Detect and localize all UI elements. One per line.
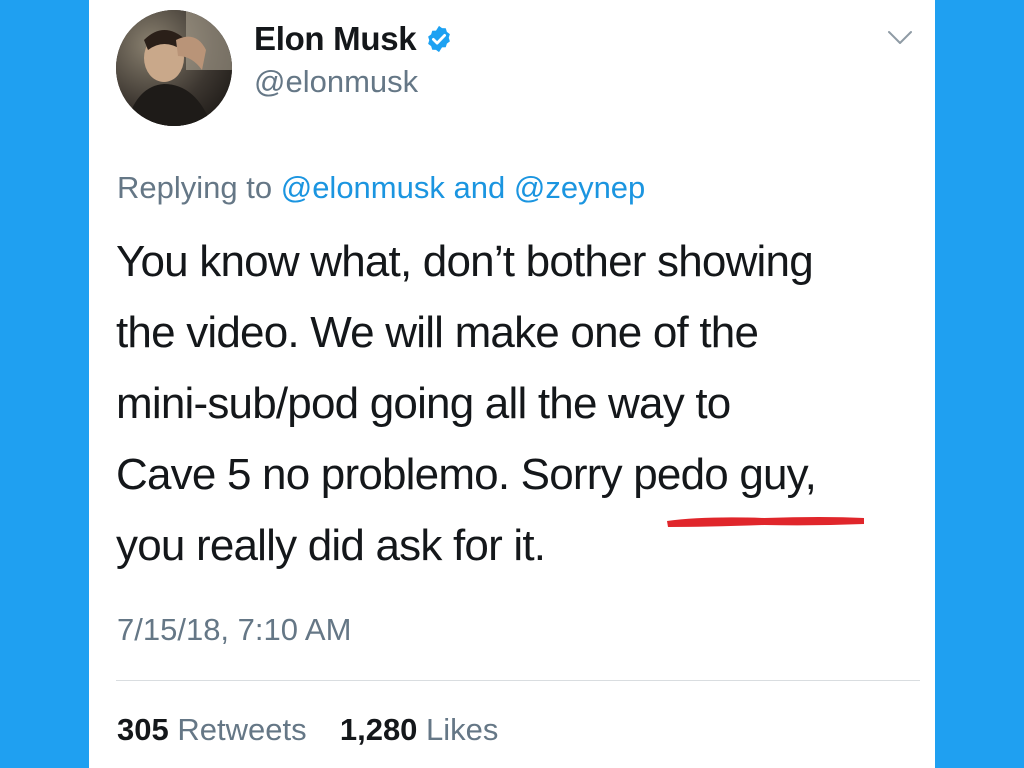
red-underline-annotation <box>667 517 864 527</box>
divider <box>116 680 920 681</box>
chevron-down-icon[interactable] <box>887 28 913 48</box>
replying-to-label: Replying to <box>117 170 273 205</box>
author-handle[interactable]: @elonmusk <box>254 64 418 100</box>
author-display-name[interactable]: Elon Musk <box>254 20 417 58</box>
profile-photo <box>116 10 232 126</box>
tweet-line: mini-sub/pod going all the way to <box>116 379 731 428</box>
reply-conjunction[interactable]: and <box>454 170 506 205</box>
retweet-count: 305 <box>117 712 169 747</box>
author-name-row: Elon Musk <box>254 20 454 58</box>
verified-badge-icon <box>424 24 454 54</box>
tweet-line: You know what, don’t bother showing <box>116 237 814 286</box>
like-stat[interactable]: 1,280 Likes <box>340 712 499 747</box>
reply-mention-link[interactable]: @elonmusk <box>281 170 445 205</box>
tweet-timestamp[interactable]: 7/15/18, 7:10 AM <box>117 612 351 648</box>
retweet-label: Retweets <box>177 712 307 747</box>
tweet-card: Elon Musk @elonmusk Replying to @elonmus… <box>89 0 935 768</box>
like-count: 1,280 <box>339 712 418 747</box>
screenshot-frame: Elon Musk @elonmusk Replying to @elonmus… <box>0 0 1024 768</box>
avatar[interactable] <box>116 10 232 126</box>
reply-mention-link[interactable]: @zeynep <box>514 170 645 205</box>
replying-to-line: Replying to @elonmusk and @zeynep <box>117 170 645 206</box>
tweet-line: the video. We will make one of the <box>116 308 759 357</box>
engagement-stats: 305 Retweets 1,280 Likes <box>117 712 498 748</box>
retweet-stat[interactable]: 305 Retweets <box>117 712 315 747</box>
tweet-line: Cave 5 no problemo. Sorry pedo guy, <box>116 450 817 499</box>
like-label: Likes <box>426 712 499 747</box>
